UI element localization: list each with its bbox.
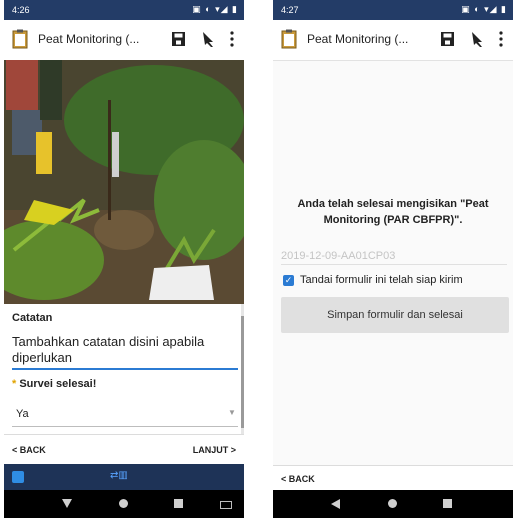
survey-select[interactable]: Ya	[16, 408, 29, 420]
status-time: 4:27	[281, 5, 299, 15]
form-nav-bar: < BACK	[273, 465, 513, 491]
field-photo	[4, 60, 244, 304]
status-time: 4:26	[12, 5, 30, 15]
system-recents-icon[interactable]	[443, 499, 452, 508]
more-vert-icon[interactable]	[499, 31, 503, 47]
app-icon[interactable]	[12, 471, 24, 483]
select-underline	[12, 426, 238, 427]
required-marker: *	[12, 378, 17, 390]
finish-panel: Anda telah selesai mengisikan "Peat Moni…	[273, 61, 513, 465]
note-input[interactable]: Tambahkan catatan disini apabila diperlu…	[12, 334, 238, 370]
clipboard-icon	[12, 29, 28, 49]
system-home-icon[interactable]	[119, 499, 128, 508]
system-back-icon[interactable]	[62, 499, 72, 508]
app-toolbar: Peat Monitoring (...	[273, 20, 513, 61]
back-button[interactable]: < BACK	[281, 474, 315, 484]
form-instance-name-input[interactable]: 2019-12-09-AA01CP03	[281, 250, 395, 262]
status-icons: ▣ ◐ ▾◢ ▮	[461, 4, 507, 14]
system-recents-icon[interactable]	[174, 499, 183, 508]
navigate-icon[interactable]	[470, 30, 486, 48]
status-icons: ▣ ◐ ▾◢ ▮	[192, 4, 238, 14]
app-toolbar: Peat Monitoring (...	[4, 20, 244, 61]
ready-to-send-label[interactable]: Tandai formulir ini telah siap kirim	[300, 274, 463, 286]
phone-screen-form-page: 4:26 ▣ ◐ ▾◢ ▮ Peat Monitoring (... Catat…	[4, 0, 244, 518]
more-vert-icon[interactable]	[230, 31, 234, 47]
system-home-icon[interactable]	[388, 499, 397, 508]
notification-bar: ⇄▥	[4, 464, 244, 490]
finish-message: Anda telah selesai mengisikan "Peat Moni…	[297, 198, 489, 226]
sync-icon[interactable]: ⇄▥	[110, 470, 128, 481]
next-button[interactable]: LANJUT >	[193, 445, 236, 455]
dropdown-caret-icon[interactable]: ▼	[228, 408, 236, 417]
save-icon[interactable]	[441, 32, 454, 46]
save-and-finish-button[interactable]: Simpan formulir dan selesai	[281, 297, 509, 333]
system-nav-bar	[4, 490, 244, 518]
navigate-icon[interactable]	[201, 30, 217, 48]
phone-screen-finish-page: 4:27 ▣ ◐ ▾◢ ▮ Peat Monitoring (... Anda …	[273, 0, 513, 518]
survey-complete-label: * Survei selesai!	[12, 378, 96, 390]
save-icon[interactable]	[172, 32, 185, 46]
back-button[interactable]: < BACK	[12, 445, 46, 455]
app-title: Peat Monitoring (...	[307, 32, 409, 46]
scrollbar[interactable]	[241, 316, 244, 428]
input-underline	[281, 264, 507, 265]
note-label: Catatan	[12, 312, 53, 324]
clipboard-icon	[281, 29, 297, 49]
keyboard-icon[interactable]	[220, 501, 232, 509]
system-back-icon[interactable]	[331, 499, 340, 509]
status-bar: 4:27 ▣ ◐ ▾◢ ▮	[273, 0, 513, 20]
system-nav-bar	[273, 490, 513, 518]
survey-label-text: Survei selesai!	[19, 378, 97, 390]
ready-to-send-checkbox[interactable]: ✓	[283, 275, 294, 286]
app-title: Peat Monitoring (...	[38, 32, 140, 46]
status-bar: 4:26 ▣ ◐ ▾◢ ▮	[4, 0, 244, 20]
form-nav-bar: < BACK LANJUT >	[4, 434, 244, 465]
